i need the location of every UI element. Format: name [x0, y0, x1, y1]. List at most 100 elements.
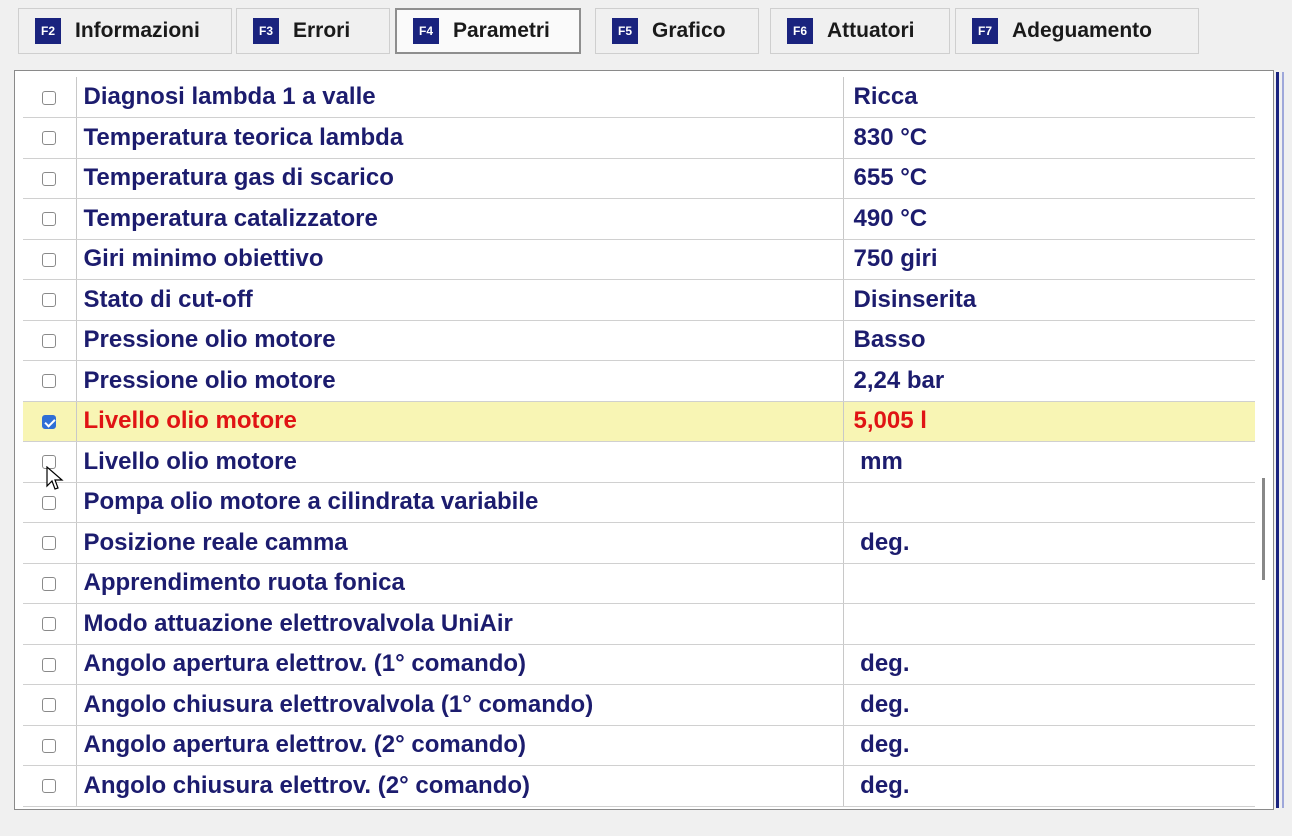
- table-row[interactable]: Stato di cut-off Disinserita: [23, 279, 1259, 321]
- row-checkbox-cell: [23, 77, 77, 118]
- tab-bar: F2 Informazioni F3 Errori F4 Parametri F…: [0, 0, 1292, 66]
- tab-label: Errori: [293, 19, 351, 42]
- row-checkbox-cell: [23, 765, 77, 807]
- table-row[interactable]: Angolo apertura elettrov. (1° comando) d…: [23, 644, 1259, 685]
- row-checkbox[interactable]: [42, 333, 57, 348]
- row-checkbox[interactable]: [42, 536, 57, 551]
- row-checkbox[interactable]: [42, 293, 57, 308]
- parameter-value: [843, 603, 1259, 645]
- window-frame-border-inner: [1282, 72, 1284, 808]
- parameter-name: Posizione reale camma: [76, 522, 844, 564]
- table-row[interactable]: Temperatura teorica lambda 830 °C: [23, 117, 1259, 159]
- f3-key-badge: F3: [253, 18, 279, 44]
- row-checkbox[interactable]: [42, 252, 57, 267]
- parameter-name: Livello olio motore: [76, 401, 844, 442]
- row-checkbox-cell: [23, 158, 77, 199]
- window-frame-border: [1276, 72, 1279, 808]
- tab-label: Informazioni: [75, 19, 200, 42]
- row-checkbox[interactable]: [42, 779, 57, 794]
- tab-errori[interactable]: F3 Errori: [236, 8, 390, 54]
- f6-key-badge: F6: [787, 18, 813, 44]
- table-row[interactable]: Modo attuazione elettrovalvola UniAir: [23, 603, 1259, 645]
- table-row[interactable]: Temperatura gas di scarico 655 °C: [23, 158, 1259, 199]
- table-row[interactable]: Pompa olio motore a cilindrata variabile: [23, 482, 1259, 523]
- table-row[interactable]: Angolo chiusura elettrov. (2° comando) d…: [23, 765, 1259, 807]
- table-row[interactable]: Angolo chiusura elettrovalvola (1° coman…: [23, 684, 1259, 726]
- parameter-value: 655 °C: [843, 158, 1259, 199]
- table-row[interactable]: Pressione olio motore Basso: [23, 320, 1259, 361]
- parameter-value: 830 °C: [843, 117, 1259, 159]
- parameter-name: Angolo chiusura elettrov. (2° comando): [76, 765, 844, 807]
- tab-adeguamento[interactable]: F7 Adeguamento: [955, 8, 1199, 54]
- tab-label: Attuatori: [827, 19, 915, 42]
- parameter-value: [843, 482, 1259, 523]
- parameter-value: mm: [843, 441, 1259, 483]
- parameter-name: Angolo apertura elettrov. (2° comando): [76, 725, 844, 766]
- parameter-value: deg.: [843, 522, 1259, 564]
- row-checkbox-cell: [23, 603, 77, 645]
- parameter-name: Giri minimo obiettivo: [76, 239, 844, 280]
- f4-key-badge: F4: [413, 18, 439, 44]
- f2-key-badge: F2: [35, 18, 61, 44]
- table-row[interactable]: Angolo apertura elettrov. (2° comando) d…: [23, 725, 1259, 766]
- parameter-value: Ricca: [843, 77, 1259, 118]
- parameter-value: deg.: [843, 725, 1259, 766]
- parameter-name: Temperatura catalizzatore: [76, 198, 844, 240]
- row-checkbox-cell: [23, 522, 77, 564]
- row-checkbox[interactable]: [42, 738, 57, 753]
- parameter-name: Diagnosi lambda 1 a valle: [76, 77, 844, 118]
- row-checkbox[interactable]: [42, 131, 57, 146]
- table-row[interactable]: Livello olio motore mm: [23, 441, 1259, 483]
- parameter-value: 5,005 l: [843, 401, 1259, 442]
- parameter-value: Disinserita: [843, 279, 1259, 321]
- row-checkbox-cell: [23, 239, 77, 280]
- table-row[interactable]: Apprendimento ruota fonica: [23, 563, 1259, 604]
- parameter-name: Stato di cut-off: [76, 279, 844, 321]
- parameter-name: Pressione olio motore: [76, 360, 844, 402]
- row-checkbox[interactable]: [42, 414, 57, 429]
- tab-grafico[interactable]: F5 Grafico: [595, 8, 759, 54]
- parameter-name: Livello olio motore: [76, 441, 844, 483]
- parameter-name: Angolo apertura elettrov. (1° comando): [76, 644, 844, 685]
- parameter-value: 490 °C: [843, 198, 1259, 240]
- table-row[interactable]: Temperatura catalizzatore 490 °C: [23, 198, 1259, 240]
- table-row[interactable]: Diagnosi lambda 1 a valle Ricca: [23, 77, 1259, 118]
- parameter-value: [843, 563, 1259, 604]
- row-checkbox[interactable]: [42, 374, 57, 389]
- tab-informazioni[interactable]: F2 Informazioni: [18, 8, 232, 54]
- parameter-name: Pompa olio motore a cilindrata variabile: [76, 482, 844, 523]
- vertical-scrollbar[interactable]: [1255, 72, 1271, 808]
- parameter-value: deg.: [843, 644, 1259, 685]
- row-checkbox[interactable]: [42, 212, 57, 227]
- parameter-name: Temperatura teorica lambda: [76, 117, 844, 159]
- tab-attuatori[interactable]: F6 Attuatori: [770, 8, 950, 54]
- table-row[interactable]: Giri minimo obiettivo 750 giri: [23, 239, 1259, 280]
- tab-label: Parametri: [453, 19, 550, 42]
- row-checkbox[interactable]: [42, 495, 57, 510]
- f7-key-badge: F7: [972, 18, 998, 44]
- scrollbar-thumb[interactable]: [1262, 478, 1265, 580]
- row-checkbox-cell: [23, 198, 77, 240]
- row-checkbox[interactable]: [42, 576, 57, 591]
- tab-parametri[interactable]: F4 Parametri: [395, 8, 581, 54]
- parameter-value: 750 giri: [843, 239, 1259, 280]
- table-row[interactable]: Posizione reale camma deg.: [23, 522, 1259, 564]
- row-checkbox[interactable]: [42, 617, 57, 632]
- row-checkbox-cell: [23, 279, 77, 321]
- row-checkbox[interactable]: [42, 657, 57, 672]
- row-checkbox-cell: [23, 684, 77, 726]
- parameter-name: Angolo chiusura elettrovalvola (1° coman…: [76, 684, 844, 726]
- row-checkbox[interactable]: [42, 698, 57, 713]
- row-checkbox[interactable]: [42, 90, 57, 105]
- row-checkbox-cell: [23, 644, 77, 685]
- row-checkbox[interactable]: [42, 171, 57, 186]
- row-checkbox-cell: [23, 563, 77, 604]
- tab-label: Adeguamento: [1012, 19, 1153, 42]
- row-checkbox-cell: [23, 117, 77, 159]
- table-row[interactable]: Pressione olio motore 2,24 bar: [23, 360, 1259, 402]
- row-checkbox-cell: [23, 725, 77, 766]
- parameter-value: deg.: [843, 684, 1259, 726]
- row-checkbox-cell: [23, 320, 77, 361]
- parameters-table: Diagnosi lambda 1 a valle Ricca Temperatur…: [23, 77, 1259, 807]
- table-row[interactable]: Livello olio motore 5,005 l: [23, 401, 1259, 442]
